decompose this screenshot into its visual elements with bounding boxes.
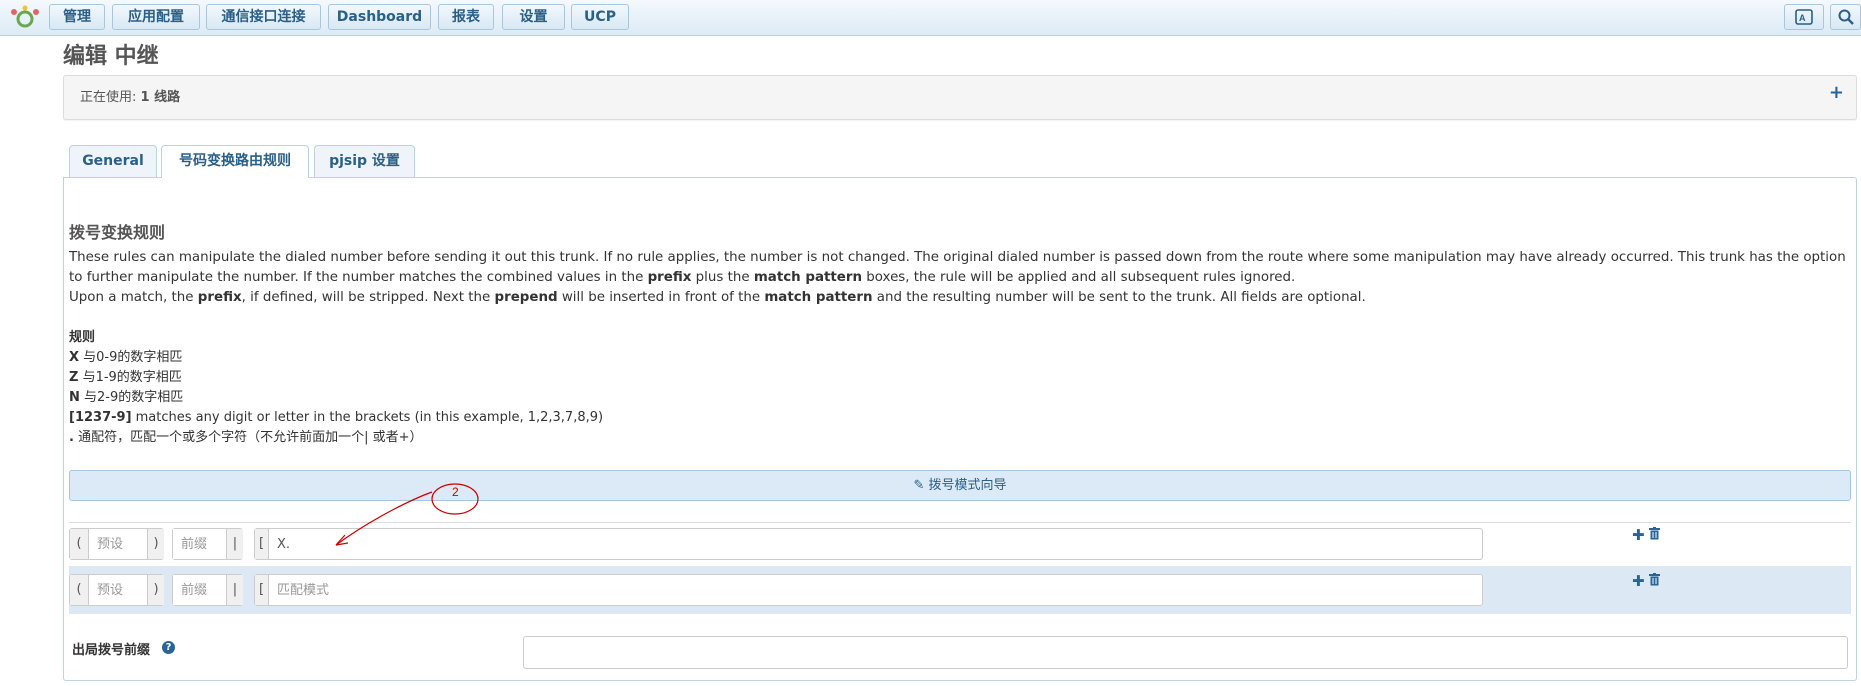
divider [69,522,1851,523]
rule-item: Z 与1-9的数字相匹 [69,370,182,385]
rule-item: [1237-9] matches any digit or letter in … [69,410,604,425]
nav-reports[interactable]: 报表 [438,4,494,30]
open-bracket: [ [255,529,269,559]
open-paren: ( [70,529,89,559]
prefix-group: | [172,528,243,560]
pipe-addon: | [226,575,243,605]
prefix-input[interactable] [173,575,225,605]
nav-settings[interactable]: 设置 [502,4,565,30]
prefix-input[interactable] [173,529,225,559]
outbound-prefix-input[interactable] [523,636,1848,669]
tab-general[interactable]: General [69,145,157,177]
nav-manage[interactable]: 管理 [49,4,105,30]
tab-dialed-number-manipulation[interactable]: 号码变换路由规则 [161,145,309,178]
prefix-group: | [172,574,243,606]
page-title: 编辑 中继 [63,44,159,69]
svg-text:A: A [1799,13,1806,23]
prepend-group: ( ) [69,528,164,560]
prepend-input[interactable] [89,575,146,605]
description-paragraph-2: Upon a match, the prefix, if defined, wi… [69,290,1366,305]
in-use-label: 正在使用: [80,90,137,105]
dial-pattern-wizard-button[interactable]: ✎ 拨号模式向导 [69,470,1851,501]
nav-dashboard[interactable]: Dashboard [328,4,431,30]
rule-item: X 与0-9的数字相匹 [69,350,183,365]
tab-pjsip-settings[interactable]: pjsip 设置 [314,145,415,177]
outbound-prefix-label: 出局拨号前缀 [72,643,151,658]
in-use-text: 正在使用: 1 线路 [80,86,180,105]
close-paren: ) [147,529,164,559]
match-pattern-group: [ [254,574,1483,606]
search-icon[interactable] [1830,4,1861,30]
description: These rules can manipulate the dialed nu… [69,248,1849,308]
app-logo-icon[interactable] [8,4,42,30]
close-paren: ) [147,575,164,605]
nav-ucp[interactable]: UCP [571,4,629,30]
description-paragraph-1: These rules can manipulate the dialed nu… [69,250,1846,285]
translate-icon[interactable]: A [1784,4,1824,30]
delete-trash-icon[interactable] [1649,573,1660,590]
delete-trash-icon[interactable] [1649,527,1660,544]
match-pattern-input[interactable] [269,529,1481,559]
in-use-value: 1 线路 [140,90,181,105]
rules-list: 规则 X 与0-9的数字相匹 Z 与1-9的数字相匹 N 与2-9的数字相匹 [… [69,328,603,448]
rule-item: N 与2-9的数字相匹 [69,390,184,405]
pipe-addon: | [226,529,243,559]
rules-title: 规则 [69,330,96,345]
in-use-panel: 正在使用: 1 线路 + [63,75,1857,120]
nav-applications[interactable]: 应用配置 [112,4,200,30]
prepend-input[interactable] [89,529,146,559]
add-row-icon[interactable]: ✚ [1632,526,1645,544]
help-question-icon[interactable]: ? [162,641,175,654]
match-pattern-input[interactable] [269,575,1481,605]
open-paren: ( [70,575,89,605]
expand-plus-icon[interactable]: + [1829,82,1844,103]
rule-item: . 通配符，匹配一个或多个字符（不允许前面加一个| 或者+） [69,430,423,445]
match-pattern-group: [ [254,528,1483,560]
add-row-icon[interactable]: ✚ [1632,572,1645,590]
top-navbar: 管理 应用配置 通信接口连接 Dashboard 报表 设置 UCP A [0,0,1861,36]
magic-wand-icon: ✎ [913,478,925,493]
open-bracket: [ [255,575,269,605]
prepend-group: ( ) [69,574,164,606]
wizard-label: 拨号模式向导 [928,478,1007,493]
section-title: 拨号变换规则 [69,223,166,242]
nav-connectivity[interactable]: 通信接口连接 [206,4,321,30]
